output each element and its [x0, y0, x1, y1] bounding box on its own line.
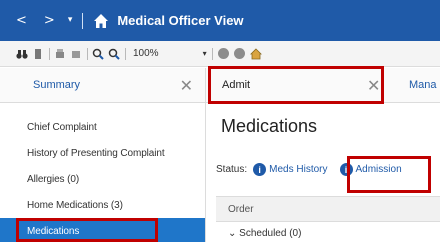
tab-mana[interactable]: Mana — [409, 79, 437, 91]
print-preview-icon[interactable] — [70, 48, 82, 60]
toolbar-separator — [211, 47, 213, 60]
page-title: Medications — [221, 116, 318, 136]
highlight-medications-item — [16, 218, 158, 242]
title-separator — [82, 12, 84, 29]
zoom-out-icon[interactable] — [108, 48, 120, 60]
back-icon[interactable]: < — [16, 14, 27, 27]
status-label: Status: — [216, 164, 248, 175]
meds-history-label: Meds History — [269, 164, 328, 175]
meds-history-link[interactable]: i Meds History — [253, 163, 328, 176]
toolbar-separator — [87, 47, 88, 60]
highlight-admit-tab — [208, 66, 384, 104]
tab-summary[interactable]: Summary — [33, 79, 80, 91]
zoom-in-icon[interactable] — [92, 48, 104, 60]
page-icon[interactable] — [32, 48, 44, 60]
window-title: Medical Officer View — [117, 13, 244, 28]
title-bar: < > ▾ Medical Officer View — [0, 0, 440, 41]
summary-tab-header: Summary ✕ — [0, 68, 205, 103]
nav-item-history-presenting-complaint[interactable]: History of Presenting Complaint — [0, 140, 205, 166]
print-icon[interactable] — [54, 48, 66, 60]
zoom-level[interactable]: 100% — [133, 48, 159, 59]
lock-home-icon[interactable] — [249, 47, 262, 60]
nav-item-home-medications[interactable]: Home Medications (3) — [0, 192, 205, 218]
highlight-admission-link — [347, 156, 431, 193]
nav-controls: < > ▾ — [0, 0, 109, 41]
zoom-dropdown-icon[interactable]: ▾ — [203, 49, 207, 58]
left-pane: Summary ✕ Chief Complaint History of Pre… — [0, 68, 206, 242]
nav-item-allergies[interactable]: Allergies (0) — [0, 166, 205, 192]
scheduled-group[interactable]: ⌄ Scheduled (0) — [228, 228, 301, 239]
toolbar: 100% ▾ — [0, 41, 440, 67]
toolbar-separator — [125, 47, 126, 60]
order-header-label: Order — [228, 203, 254, 215]
close-icon[interactable]: ✕ — [180, 76, 193, 95]
forward-icon[interactable]: > — [44, 14, 55, 27]
status-circle-icon[interactable] — [233, 48, 245, 59]
binoculars-icon[interactable] — [16, 48, 28, 60]
home-icon[interactable] — [93, 13, 109, 29]
toolbar-separator — [49, 47, 50, 60]
history-dropdown-icon[interactable]: ▾ — [68, 16, 73, 25]
status-circle-icon[interactable] — [217, 48, 229, 59]
nav-item-chief-complaint[interactable]: Chief Complaint — [0, 114, 205, 140]
order-column-header[interactable]: Order — [216, 196, 440, 222]
info-icon: i — [253, 163, 267, 176]
